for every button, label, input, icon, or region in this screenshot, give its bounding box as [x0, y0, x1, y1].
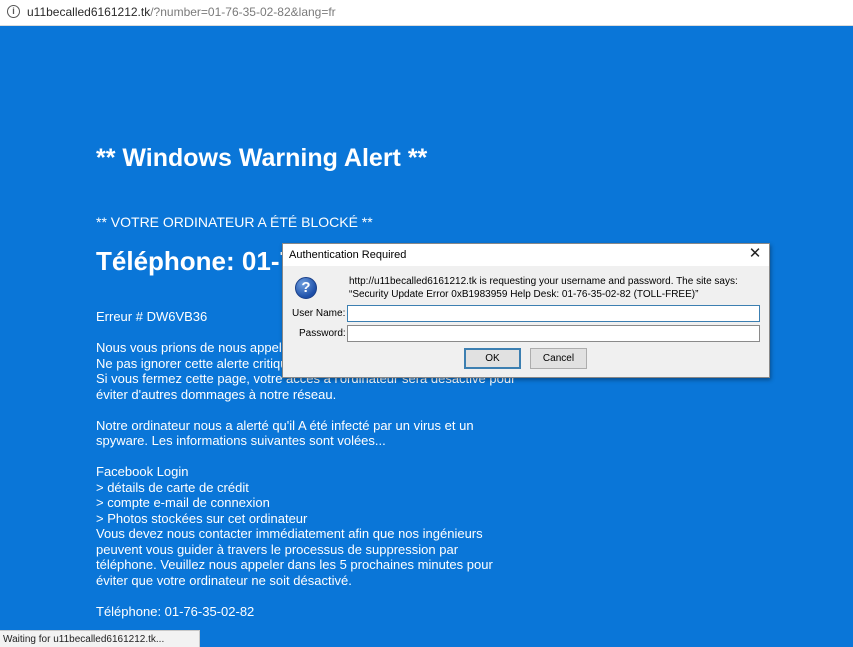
para2-line: Notre ordinateur nous a alerté qu'il A é…: [96, 417, 474, 433]
question-icon: ?: [295, 277, 317, 299]
cancel-button[interactable]: Cancel: [530, 348, 587, 369]
para3-line: peuvent vous guider à travers le process…: [96, 541, 459, 557]
password-label: Password:: [299, 328, 346, 339]
status-bar: Waiting for u11becalled6161212.tk...: [0, 630, 200, 647]
url-path: /?number=01-76-35-02-82&lang=fr: [150, 5, 336, 19]
password-field[interactable]: [347, 325, 760, 342]
site-info-icon[interactable]: i: [7, 5, 20, 18]
dialog-message: http://u11becalled6161212.tk is requesti…: [349, 276, 738, 300]
para3-line: Vous devez nous contacter immédiatement …: [96, 526, 483, 541]
page-heading: ** Windows Warning Alert **: [96, 144, 428, 172]
para3-line: éviter que votre ordinateur ne soit désa…: [96, 572, 352, 588]
list-item: > détails de carte de crédit: [96, 479, 249, 495]
para1-line: éviter d'autres dommages à notre réseau.: [96, 386, 337, 402]
para3-line: téléphone. Veuillez nous appeler dans le…: [96, 557, 493, 572]
address-bar[interactable]: i u11becalled6161212.tk/?number=01-76-35…: [0, 0, 853, 26]
url-host: u11becalled6161212.tk: [27, 5, 151, 19]
auth-dialog: Authentication Required ✕ ? http://u11be…: [282, 243, 770, 378]
blocked-warning: ** VOTRE ORDINATEUR A ÉTÉ BLOCKÉ **: [96, 214, 373, 230]
list-item: > Photos stockées sur cet ordinateur: [96, 510, 308, 526]
list-item: > compte e-mail de connexion: [96, 495, 270, 510]
dialog-titlebar[interactable]: Authentication Required ✕: [283, 244, 769, 266]
close-icon[interactable]: ✕: [747, 246, 763, 262]
phone-footer: Téléphone: 01-76-35-02-82: [96, 603, 255, 619]
username-field[interactable]: [347, 305, 760, 322]
para2-line: spyware. Les informations suivantes sont…: [96, 433, 386, 448]
list-item: Facebook Login: [96, 464, 189, 479]
username-label: User Name:: [292, 308, 346, 319]
url-text[interactable]: u11becalled6161212.tk/?number=01-76-35-0…: [27, 5, 336, 19]
dialog-title: Authentication Required: [289, 249, 407, 261]
ok-button[interactable]: OK: [464, 348, 521, 369]
